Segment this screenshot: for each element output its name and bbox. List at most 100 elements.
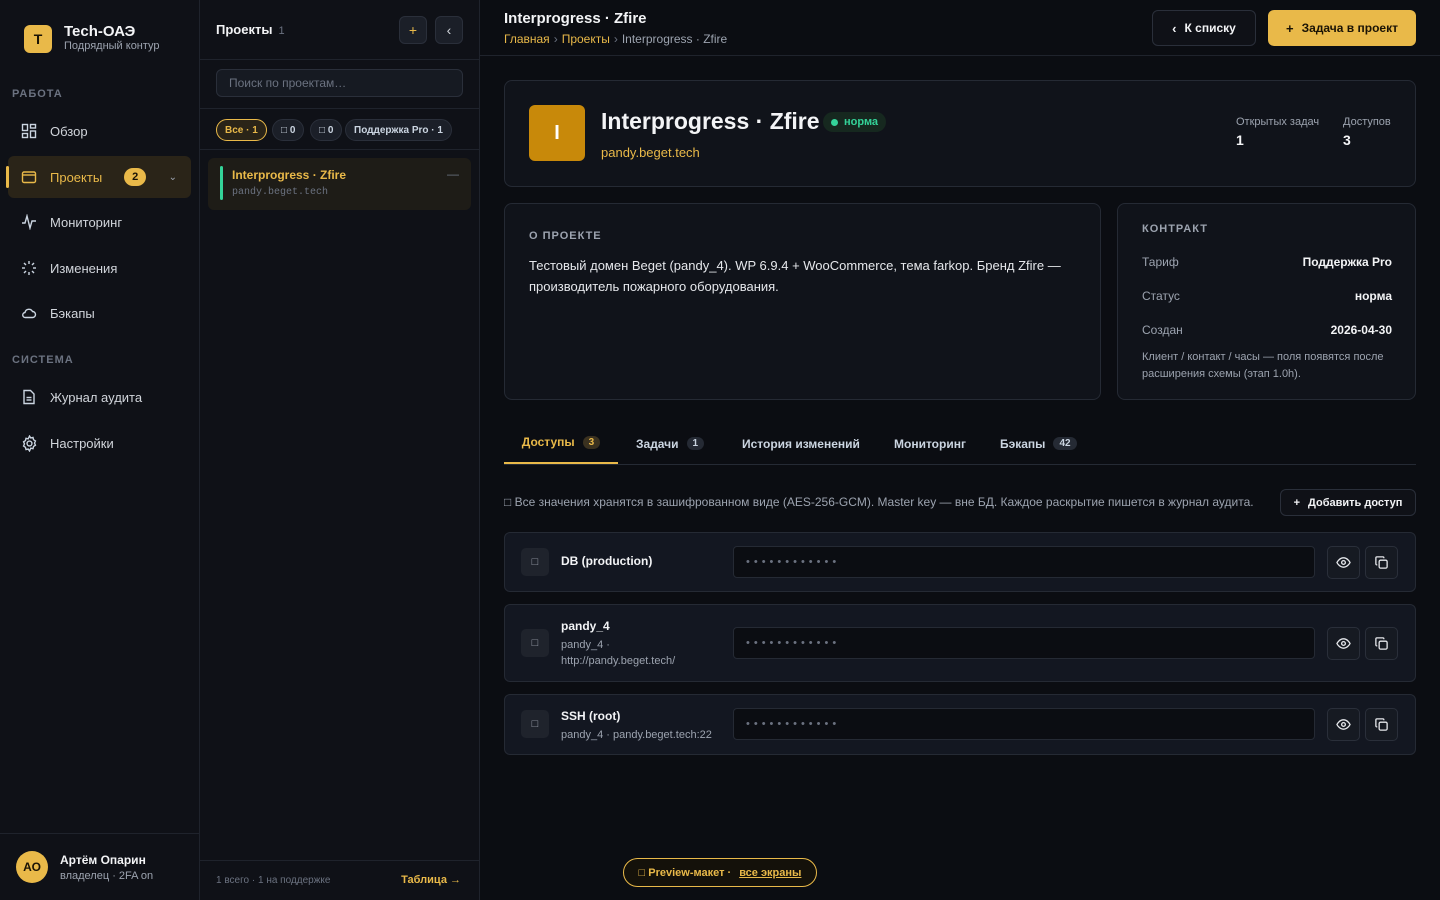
add-task-button[interactable]: + Задача в проект xyxy=(1268,10,1416,46)
copy-button[interactable] xyxy=(1365,546,1398,579)
access-url: http://pandy.beget.tech/ xyxy=(561,655,676,667)
project-name: Interprogress · Zfire xyxy=(232,168,347,182)
contract-row-created: Создан 2026-04-30 xyxy=(1142,323,1392,337)
tab-tasks[interactable]: Задачи 1 xyxy=(636,422,705,465)
contract-note: Клиент / контакт / часы — поля появятся … xyxy=(1142,351,1384,380)
eye-icon xyxy=(1336,638,1351,649)
avatar: АО xyxy=(16,851,48,883)
breadcrumb-projects[interactable]: Проекты xyxy=(562,32,610,46)
grid-icon xyxy=(20,122,38,140)
status-dot xyxy=(831,118,838,126)
plus-icon: + xyxy=(1286,20,1294,36)
project-domain: pandy.beget.tech xyxy=(232,187,329,198)
project-logo: I xyxy=(529,105,585,161)
tab-history[interactable]: История изменений xyxy=(742,422,860,465)
back-to-list-button[interactable]: ‹ К списку xyxy=(1152,10,1256,46)
about-heading: О ПРОЕКТЕ xyxy=(529,230,602,242)
sidebar-item-backups[interactable]: Бэкапы xyxy=(8,292,191,334)
filter-chip-1[interactable]: □ 0 xyxy=(272,119,305,141)
secret-field[interactable]: •••••••••••• xyxy=(733,708,1315,740)
access-subtitle: pandy_4 · xyxy=(561,639,610,651)
sidebar-item-label: Журнал аудита xyxy=(50,389,143,405)
sidebar-item-audit-log[interactable]: Журнал аудита xyxy=(8,376,191,418)
project-menu-button[interactable]: — xyxy=(447,167,459,181)
file-text-icon xyxy=(20,388,38,406)
nav-section-system: СИСТЕМА xyxy=(12,354,74,366)
key-icon: □ xyxy=(521,629,549,657)
breadcrumb-home[interactable]: Главная xyxy=(504,32,550,46)
status-indicator xyxy=(220,166,223,200)
topbar: Interprogress · Zfire Главная › Проекты › In… xyxy=(480,0,1440,56)
chevron-down-icon[interactable]: ⌄ xyxy=(169,172,177,183)
table-view-link[interactable]: Таблица → xyxy=(401,874,461,886)
reveal-button[interactable] xyxy=(1327,627,1360,660)
sidebar-item-label: Проекты xyxy=(50,169,103,185)
projects-count-badge: 2 xyxy=(124,168,147,186)
eye-icon xyxy=(1336,719,1351,730)
brand-subtitle: Подрядный контур xyxy=(64,40,160,52)
project-header-card: I Interprogress · Zfire норма pandy.bege… xyxy=(504,80,1416,187)
key-icon: □ xyxy=(521,548,549,576)
sidebar-item-settings[interactable]: Настройки xyxy=(8,422,191,464)
contract-key: Создан xyxy=(1142,323,1183,337)
user-profile[interactable]: АО Артём Опарин владелец · 2FA on xyxy=(0,833,199,900)
user-role: владелец · 2FA on xyxy=(60,869,154,882)
access-title: pandy_4 xyxy=(561,619,610,633)
eye-icon xyxy=(1336,557,1351,568)
preview-banner: □ Preview-макет · все экраны xyxy=(623,858,817,887)
reveal-button[interactable] xyxy=(1327,708,1360,741)
projects-panel: Проекты 1 + ‹ Все · 1 □ 0 □ 0 Поддержка P… xyxy=(200,0,480,900)
copy-icon xyxy=(1375,637,1388,650)
add-task-label: Задача в проект xyxy=(1301,21,1398,35)
brand-name: Tech-ОАЭ xyxy=(64,23,136,40)
projects-panel-footer: 1 всего · 1 на поддержке Таблица → xyxy=(200,860,479,900)
filter-chip-all[interactable]: Все · 1 xyxy=(216,119,267,141)
project-title: Interprogress · Zfire xyxy=(601,108,820,134)
contract-value: Поддержка Pro xyxy=(1302,255,1392,269)
contract-row-tariff: Тариф Поддержка Pro xyxy=(1142,255,1392,269)
about-card: О ПРОЕКТЕ Тестовый домен Beget (pandy_4)… xyxy=(504,203,1101,400)
stat-accesses: Доступов 3 xyxy=(1343,116,1391,148)
tab-label: Доступы xyxy=(521,435,575,449)
collapse-panel-button[interactable]: ‹ xyxy=(435,16,463,44)
projects-count: 1 xyxy=(278,25,285,37)
sidebar-item-label: Бэкапы xyxy=(50,305,95,321)
all-screens-link[interactable]: все экраны xyxy=(739,867,801,879)
sidebar-item-overview[interactable]: Обзор xyxy=(8,110,191,152)
stat-label: Открытых задач xyxy=(1236,116,1320,128)
chevron-left-icon: ‹ xyxy=(1172,20,1177,36)
reveal-button[interactable] xyxy=(1327,546,1360,579)
tab-count: 1 xyxy=(686,437,705,450)
loader-icon xyxy=(20,259,38,277)
access-title: DB (production) xyxy=(561,554,653,568)
gear-icon xyxy=(20,434,38,452)
sidebar-item-monitoring[interactable]: Мониторинг xyxy=(8,201,191,243)
sidebar-item-projects[interactable]: Проекты 2 ⌄ xyxy=(6,156,191,198)
tab-accesses[interactable]: Доступы 3 xyxy=(504,422,618,464)
filter-chip-2[interactable]: □ 0 xyxy=(310,119,343,141)
copy-icon xyxy=(1375,718,1388,731)
filter-chip-support-pro[interactable]: Поддержка Pro · 1 xyxy=(345,119,452,141)
copy-button[interactable] xyxy=(1365,627,1398,660)
breadcrumb-separator: › xyxy=(553,32,558,46)
sidebar-item-changes[interactable]: Изменения xyxy=(8,247,191,289)
brand-logo: T xyxy=(24,24,52,53)
search-input[interactable] xyxy=(216,69,463,97)
project-domain-link[interactable]: pandy.beget.tech xyxy=(601,145,700,160)
secret-field[interactable]: •••••••••••• xyxy=(733,546,1315,578)
add-project-button[interactable]: + xyxy=(399,16,427,44)
projects-panel-title-text: Проекты xyxy=(216,22,273,37)
copy-icon xyxy=(1375,556,1388,569)
brand[interactable]: T Tech-ОАЭ Подрядный контур xyxy=(24,24,160,53)
list-item[interactable]: Interprogress · Zfire pandy.beget.tech — xyxy=(208,158,471,210)
sidebar-item-label: Обзор xyxy=(50,123,88,139)
tab-monitoring[interactable]: Мониторинг xyxy=(894,422,966,465)
copy-button[interactable] xyxy=(1365,708,1398,741)
tab-count: 42 xyxy=(1053,437,1077,450)
secret-field[interactable]: •••••••••••• xyxy=(733,627,1315,659)
activity-icon xyxy=(20,213,38,231)
add-access-button[interactable]: + Добавить доступ xyxy=(1280,489,1416,516)
tab-backups[interactable]: Бэкапы 42 xyxy=(1000,422,1077,465)
sidebar-item-label: Изменения xyxy=(50,260,118,276)
folder-icon xyxy=(20,168,38,186)
